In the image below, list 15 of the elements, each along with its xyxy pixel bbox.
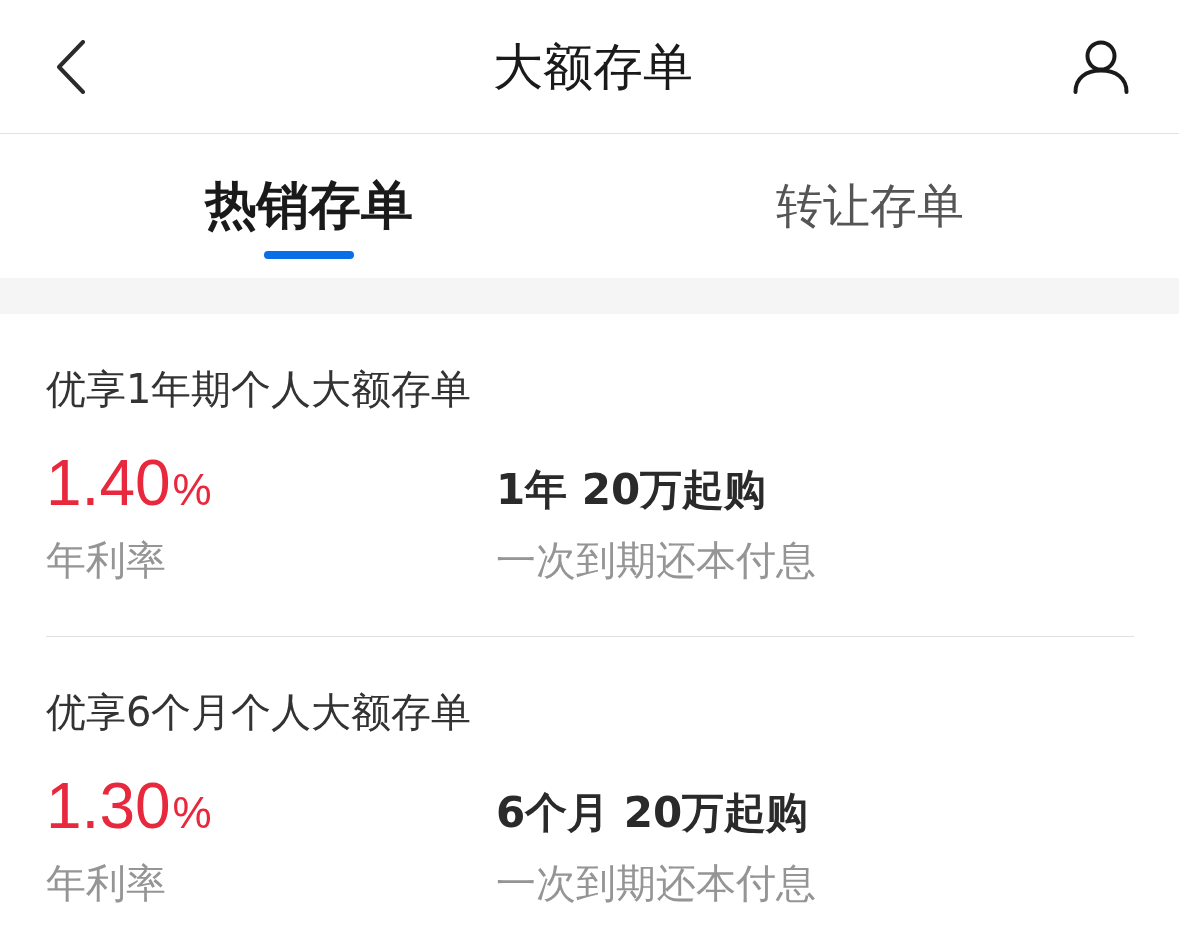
page-title: 大额存单 (492, 36, 693, 97)
rate-label: 年利率 (46, 536, 166, 585)
tab[interactable]: 转让存单 (589, 134, 1151, 278)
back-icon[interactable] (56, 39, 86, 94)
user-icon[interactable] (1073, 39, 1129, 94)
term-and-minimum: 1年 20万起购 (496, 464, 767, 516)
product-name: 优享1年期个人大额存单 (46, 365, 472, 414)
term-and-minimum: 6个月 20万起购 (496, 787, 809, 839)
repayment-method: 一次到期还本付息 (496, 859, 816, 908)
tab[interactable]: 热销存单 (28, 134, 590, 278)
product-name: 优享6个月个人大额存单 (46, 688, 472, 737)
rate-label: 年利率 (46, 859, 166, 908)
repayment-method: 一次到期还本付息 (496, 536, 816, 585)
interest-rate: 1.40% (46, 446, 212, 521)
interest-rate: 1.30% (46, 769, 212, 844)
